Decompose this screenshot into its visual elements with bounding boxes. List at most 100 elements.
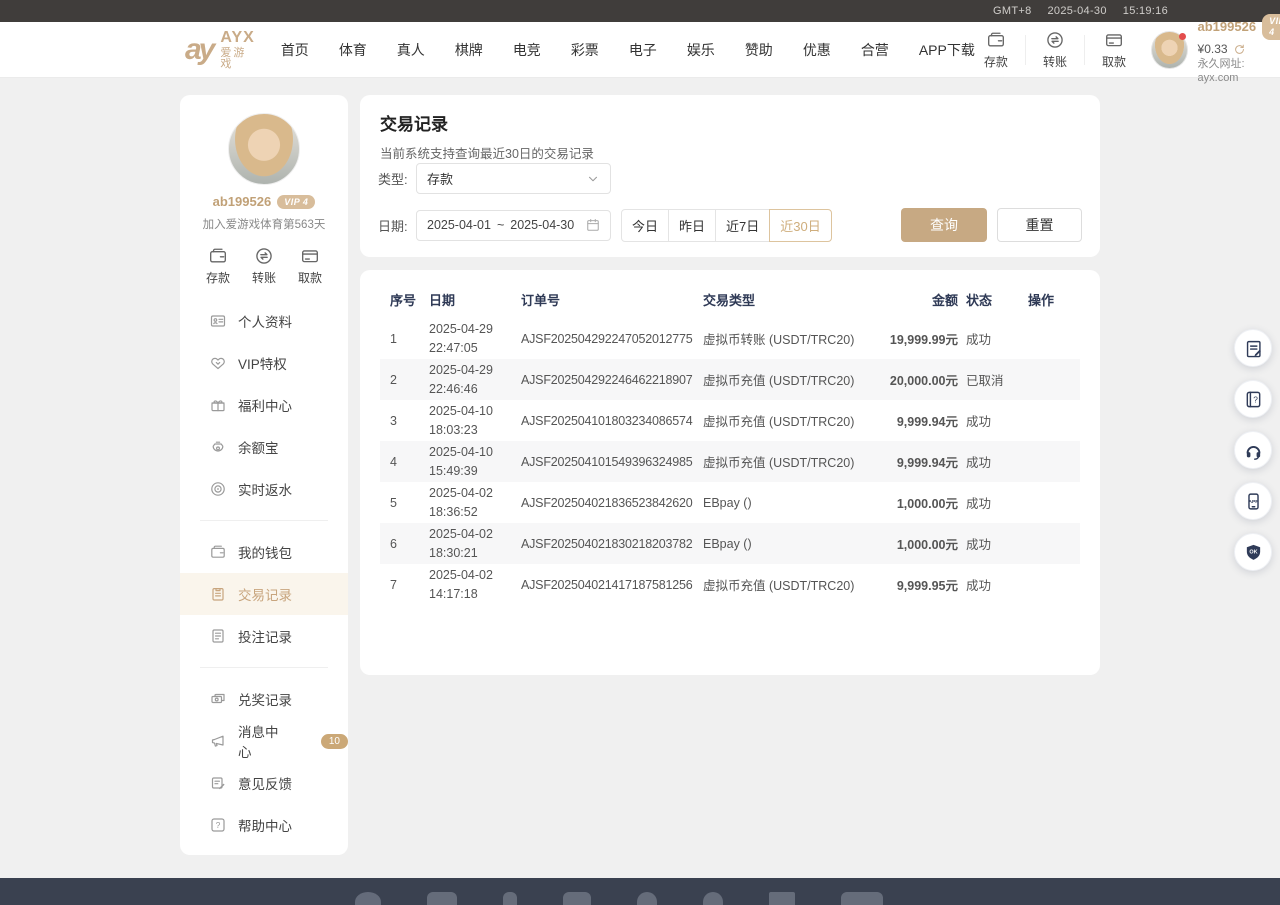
sidebar-item-label: 帮助中心 (238, 815, 292, 835)
table-row: 22025-04-2922:46:46AJSF20250429224646221… (380, 359, 1080, 400)
cell-order-number: AJSF202504021830218203782 (517, 523, 699, 564)
nav-item-赞助[interactable]: 赞助 (745, 40, 773, 60)
cell-order-number: AJSF202504101549396324985 (517, 441, 699, 482)
sidebar-wallet-actions: 存款转账取款 (180, 232, 348, 292)
sidebar: ab199526 VIP 4 加入爱游戏体育第563天 存款转账取款 个人资料V… (180, 95, 348, 855)
table-row: 52025-04-0218:36:52AJSF20250402183652384… (380, 482, 1080, 523)
logo-subname: 爱游戏 (220, 48, 254, 70)
cell-order-number: AJSF202504021836523842620 (517, 482, 699, 523)
nav-item-电竞[interactable]: 电竞 (513, 40, 541, 60)
cell-transaction-type: 虚拟币转账 (USDT/TRC20) (699, 318, 867, 359)
range-button-近30日[interactable]: 近30日 (769, 209, 831, 242)
sidebar-item-投注记录[interactable]: 投注记录 (180, 615, 348, 657)
vip-badge: VIP 4 (1262, 14, 1280, 40)
sidebar-action-转账[interactable]: 转账 (244, 246, 284, 286)
nav-item-体育[interactable]: 体育 (339, 40, 367, 60)
cell-status: 成功 (962, 400, 1024, 441)
sidebar-item-兑奖记录[interactable]: 兑奖记录 (180, 678, 348, 720)
reset-button[interactable]: 重置 (997, 208, 1082, 242)
sidebar-item-交易记录[interactable]: 交易记录 (180, 573, 348, 615)
header-action-取款[interactable]: 取款 (1093, 30, 1135, 70)
cell-order-number: AJSF202504292246462218907 (517, 359, 699, 400)
float-button-customer-service[interactable] (1234, 431, 1272, 469)
brand-logo[interactable]: ay AYX 爱游戏 (185, 30, 255, 70)
search-button[interactable]: 查询 (901, 208, 987, 242)
float-button-survey-feedback[interactable] (1234, 329, 1272, 367)
sidebar-item-实时返水[interactable]: 实时返水 (180, 468, 348, 510)
feedback-icon (210, 775, 226, 791)
sidebar-item-label: VIP特权 (238, 353, 287, 373)
float-button-faq[interactable]: ? (1234, 380, 1272, 418)
filter-card: 交易记录 当前系统支持查询最近30日的交易记录 类型: 存款 日期: 2025-… (360, 95, 1100, 257)
cell-transaction-type: 虚拟币充值 (USDT/TRC20) (699, 441, 867, 482)
sponsor-logo-icon (355, 892, 381, 905)
cell-date-day: 2025-04-02 (429, 525, 513, 543)
transfer-icon (1046, 30, 1064, 50)
float-button-app-download[interactable]: APP (1234, 482, 1272, 520)
nav-item-彩票[interactable]: 彩票 (571, 40, 599, 60)
cell-date-time: 22:47:05 (429, 339, 513, 357)
cell-date: 2025-04-2922:46:46 (425, 359, 517, 400)
sidebar-item-label: 兑奖记录 (238, 689, 292, 709)
nav-item-棋牌[interactable]: 棋牌 (455, 40, 483, 60)
date-range-input[interactable]: 2025-04-01 ~ 2025-04-30 (416, 210, 611, 241)
nav-item-电子[interactable]: 电子 (629, 40, 657, 60)
sidebar-item-福利中心[interactable]: 福利中心 (180, 384, 348, 426)
unread-count-badge: 10 (321, 734, 348, 749)
svg-text:APP: APP (1248, 499, 1259, 505)
sidebar-item-label: 余额宝 (238, 437, 279, 457)
user-info: ab199526 VIP 4 ¥0.33 永久网址: ayx.com (1198, 14, 1280, 84)
sidebar-action-存款[interactable]: 存款 (198, 246, 238, 286)
transaction-table: 序号日期订单号交易类型金额状态操作 12025-04-2922:47:05AJS… (380, 280, 1080, 605)
header-avatar[interactable] (1151, 31, 1187, 69)
cell-operation (1024, 523, 1080, 564)
header-action-存款[interactable]: 存款 (975, 30, 1017, 70)
table-row: 12025-04-2922:47:05AJSF20250429224705201… (380, 318, 1080, 359)
sponsor-logo-icon (563, 892, 591, 905)
nav-item-首页[interactable]: 首页 (281, 40, 309, 60)
cell-date: 2025-04-1015:49:39 (425, 441, 517, 482)
table-row: 62025-04-0218:30:21AJSF20250402183021820… (380, 523, 1080, 564)
header-action-label: 取款 (1102, 53, 1126, 70)
sidebar-item-意见反馈[interactable]: 意见反馈 (180, 762, 348, 804)
range-button-近7日[interactable]: 近7日 (715, 209, 770, 242)
sponsor-logo-icon (427, 892, 457, 905)
type-select[interactable]: 存款 (416, 163, 611, 194)
refresh-balance-icon[interactable] (1233, 43, 1246, 56)
nav-item-APP下载[interactable]: APP下载 (919, 40, 975, 60)
sidebar-item-个人资料[interactable]: 个人资料 (180, 300, 348, 342)
column-header-金额: 金额 (867, 280, 962, 318)
range-button-今日[interactable]: 今日 (621, 209, 669, 242)
cell-operation (1024, 441, 1080, 482)
range-button-昨日[interactable]: 昨日 (668, 209, 716, 242)
doc-pencil-icon (1244, 339, 1263, 358)
withdraw-card-icon (1105, 30, 1123, 50)
help-icon: ? (210, 817, 226, 833)
cell-date-day: 2025-04-02 (429, 566, 513, 584)
sidebar-item-帮助中心[interactable]: ? 帮助中心 (180, 804, 348, 846)
table-row: 72025-04-0214:17:18AJSF20250402141718758… (380, 564, 1080, 605)
nav-item-合营[interactable]: 合营 (861, 40, 889, 60)
nav-item-娱乐[interactable]: 娱乐 (687, 40, 715, 60)
sidebar-item-余额宝[interactable]: 余额宝 (180, 426, 348, 468)
chevron-down-icon (586, 172, 600, 186)
cell-transaction-type: EBpay () (699, 523, 867, 564)
header-action-转账[interactable]: 转账 (1034, 30, 1076, 70)
nav-item-真人[interactable]: 真人 (397, 40, 425, 60)
sidebar-item-消息中心[interactable]: 消息中心10 (180, 720, 348, 762)
type-filter-label: 类型: (378, 169, 416, 188)
column-header-操作: 操作 (1024, 280, 1080, 318)
cell-date: 2025-04-0214:17:18 (425, 564, 517, 605)
cell-amount: 20,000.00元 (867, 359, 962, 400)
sidebar-item-我的钱包[interactable]: 我的钱包 (180, 531, 348, 573)
welfare-icon (210, 397, 226, 413)
column-header-序号: 序号 (380, 280, 425, 318)
header-action-label: 存款 (984, 53, 1008, 70)
cell-date-time: 15:49:39 (429, 462, 513, 480)
yuebao-icon (210, 439, 226, 455)
nav-item-优惠[interactable]: 优惠 (803, 40, 831, 60)
sidebar-action-取款[interactable]: 取款 (290, 246, 330, 286)
float-button-security-ok[interactable]: OK (1234, 533, 1272, 571)
sidebar-item-VIP特权[interactable]: VIP特权 (180, 342, 348, 384)
message-icon (210, 733, 226, 749)
